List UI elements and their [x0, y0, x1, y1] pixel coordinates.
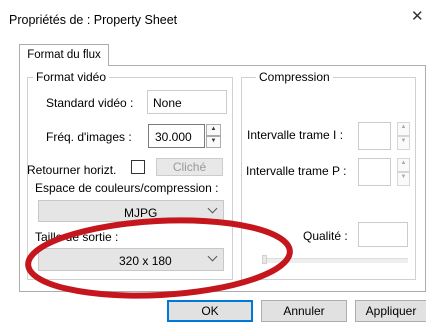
video-standard-label: Standard vidéo : — [46, 96, 134, 110]
compression-legend: Compression — [256, 70, 333, 84]
i-frame-label: Intervalle trame I : — [247, 128, 344, 142]
framerate-input[interactable]: 30.000 — [148, 124, 205, 148]
cancel-button[interactable]: Annuler — [261, 300, 347, 322]
colorspace-label: Espace de couleurs/compression : — [35, 181, 219, 195]
video-format-legend: Format vidéo — [33, 70, 110, 84]
colorspace-value: MJPG — [124, 206, 158, 220]
flip-label: Retourner horizt. — [27, 163, 117, 177]
framerate-spin-down-icon[interactable]: ▼ — [206, 136, 221, 148]
apply-button[interactable]: Appliquer — [355, 300, 426, 322]
p-frame-spin-up-icon[interactable]: ▲ — [397, 158, 410, 172]
video-standard-field: None — [147, 90, 227, 114]
tab-format-du-flux[interactable]: Format du flux — [19, 44, 109, 66]
snapshot-button[interactable]: Cliché — [156, 158, 223, 176]
quality-label: Qualité : — [303, 229, 348, 243]
chevron-down-icon — [207, 251, 218, 262]
quality-input[interactable] — [358, 222, 408, 247]
flip-checkbox[interactable] — [131, 160, 145, 174]
framerate-spin-up-icon[interactable]: ▲ — [206, 124, 221, 136]
close-icon[interactable]: ✕ — [411, 9, 424, 25]
output-size-label: Taille de sortie : — [35, 230, 119, 244]
p-frame-label: Intervalle trame P : — [246, 164, 347, 178]
colorspace-select[interactable]: MJPG — [38, 200, 224, 222]
framerate-label: Fréq. d'images : — [46, 130, 132, 144]
i-frame-spin-up-icon[interactable]: ▲ — [397, 122, 410, 136]
output-size-value: 320 x 180 — [119, 254, 172, 268]
i-frame-spin-down-icon[interactable]: ▼ — [397, 136, 410, 150]
p-frame-input[interactable] — [358, 158, 391, 186]
quality-slider-thumb[interactable] — [262, 255, 267, 264]
chevron-down-icon — [207, 203, 218, 214]
ok-button[interactable]: OK — [167, 300, 253, 322]
p-frame-spin-down-icon[interactable]: ▼ — [397, 172, 410, 186]
quality-slider[interactable] — [262, 258, 408, 263]
window-title: Propriétés de : Property Sheet — [9, 13, 178, 27]
i-frame-input[interactable] — [358, 122, 391, 150]
output-size-select[interactable]: 320 x 180 — [38, 248, 224, 271]
